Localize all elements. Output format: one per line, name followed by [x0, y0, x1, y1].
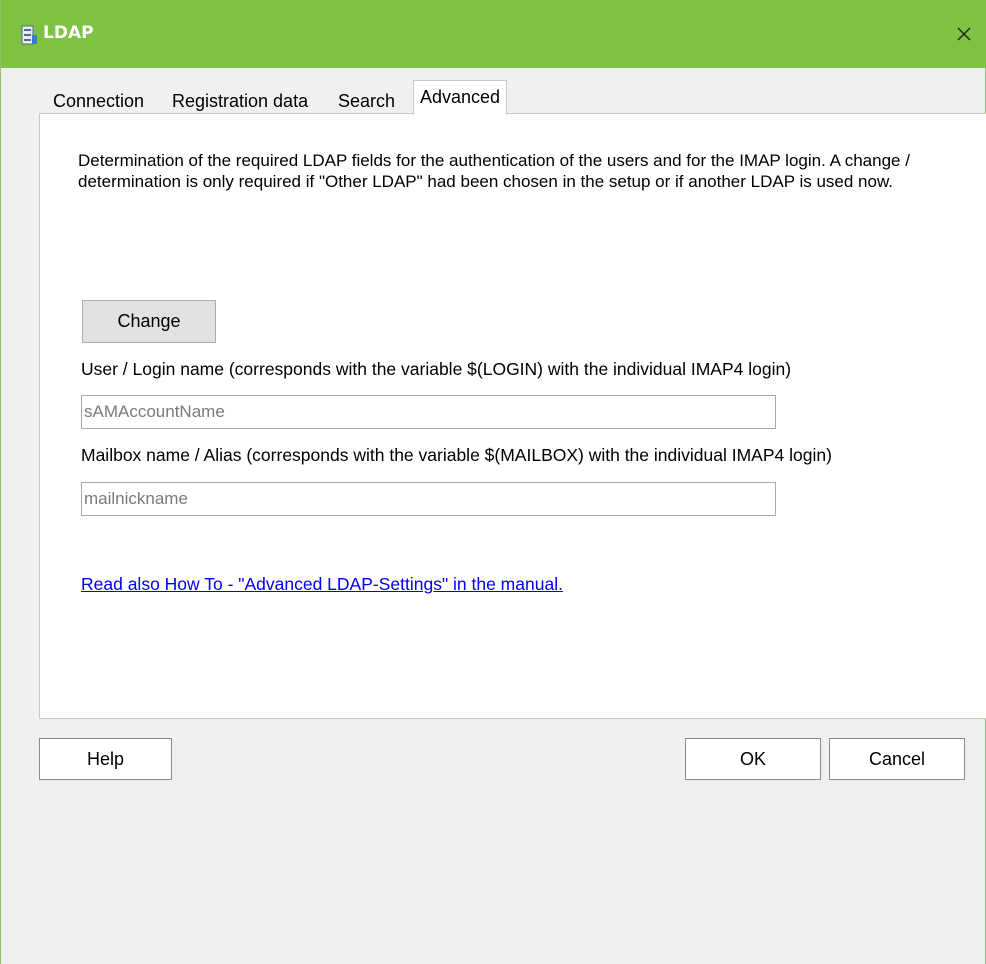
- database-icon: [21, 25, 37, 45]
- ldap-dialog: LDAP Connection Registration data Search…: [0, 0, 986, 964]
- advanced-panel: Determination of the required LDAP field…: [39, 113, 986, 719]
- ok-button[interactable]: OK: [685, 738, 821, 780]
- advanced-description: Determination of the required LDAP field…: [78, 151, 910, 191]
- tab-connection[interactable]: Connection: [47, 88, 150, 114]
- login-name-field[interactable]: sAMAccountName: [81, 395, 776, 429]
- close-button[interactable]: [941, 0, 986, 68]
- tab-search[interactable]: Search: [332, 88, 401, 114]
- cancel-button[interactable]: Cancel: [829, 738, 965, 780]
- manual-link[interactable]: Read also How To - "Advanced LDAP-Settin…: [81, 574, 563, 595]
- title-bar: LDAP: [1, 0, 986, 68]
- window-title: LDAP: [43, 23, 94, 43]
- login-name-label: User / Login name (corresponds with the …: [81, 359, 792, 379]
- help-button[interactable]: Help: [39, 738, 172, 780]
- change-button[interactable]: Change: [82, 300, 216, 343]
- mailbox-name-label: Mailbox name / Alias (corresponds with t…: [81, 445, 832, 465]
- mailbox-name-field[interactable]: mailnickname: [81, 482, 776, 516]
- close-icon: [957, 27, 971, 41]
- tab-registration-data[interactable]: Registration data: [166, 88, 314, 114]
- tab-advanced[interactable]: Advanced: [413, 80, 508, 115]
